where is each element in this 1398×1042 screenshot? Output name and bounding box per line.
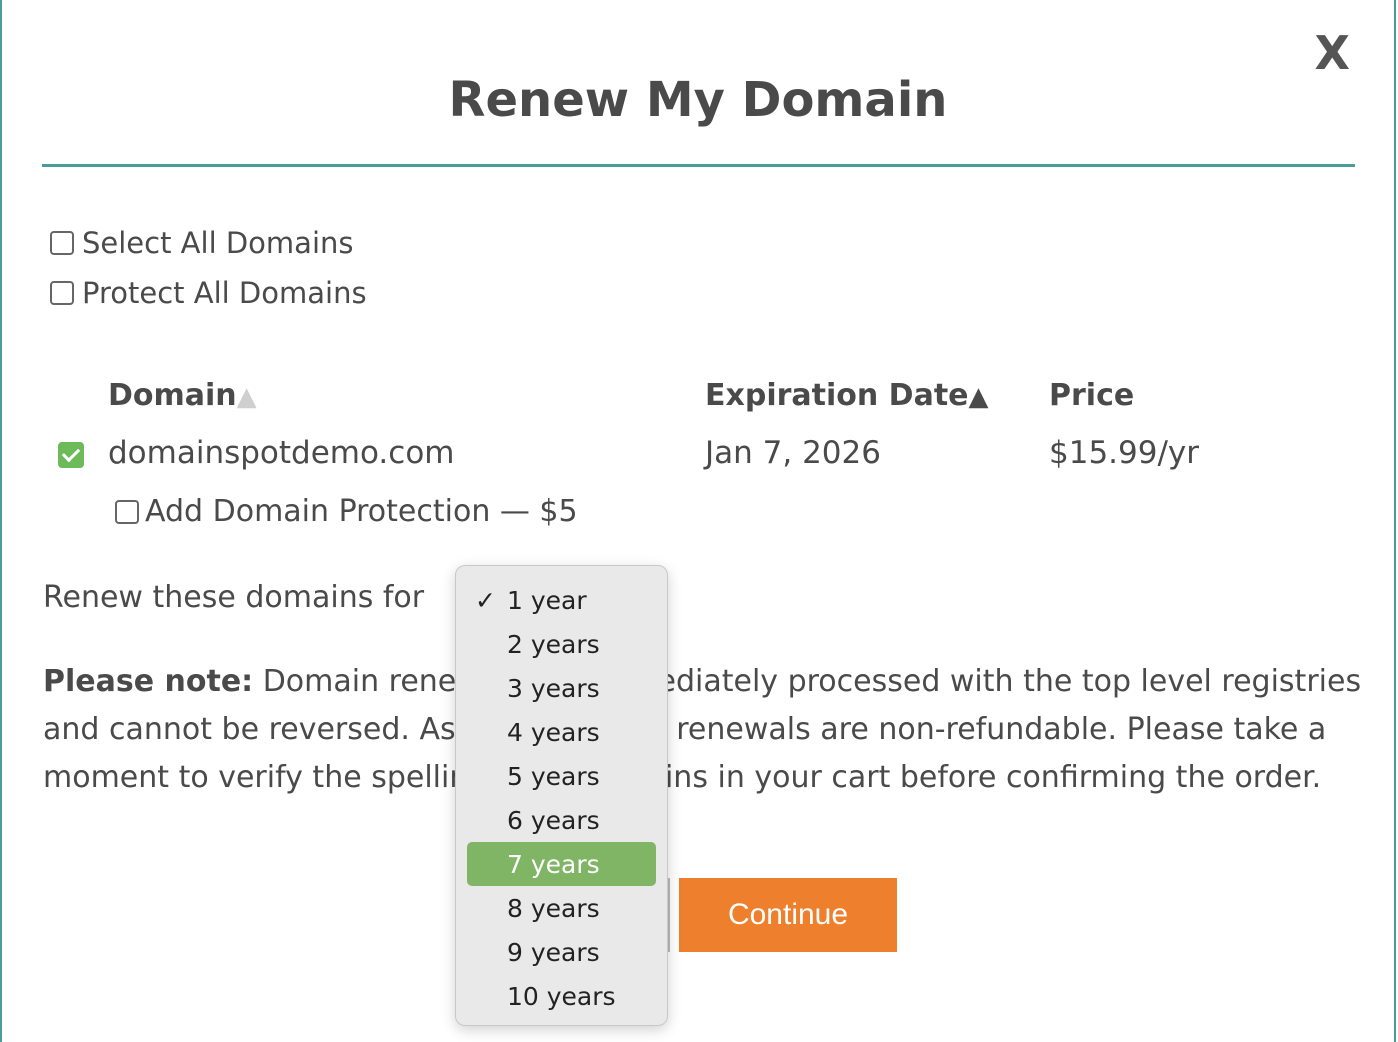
add-protection-label: Add Domain Protection — $5	[145, 494, 578, 529]
column-header-price: Price	[1049, 378, 1135, 413]
column-header-expiration[interactable]: Expiration Date▲	[705, 378, 989, 413]
domain-name: domainspotdemo.com	[108, 435, 455, 471]
dropdown-option-highlighted[interactable]: 7 years	[467, 842, 656, 886]
close-button[interactable]: X	[1315, 30, 1350, 76]
select-all-checkbox[interactable]	[50, 231, 74, 255]
dropdown-option[interactable]: 6 years	[467, 798, 656, 842]
checkmark-icon: ✓	[475, 585, 496, 615]
column-header-domain[interactable]: Domain▲	[108, 378, 257, 413]
sort-up-icon: ▲	[236, 382, 257, 412]
domain-row-checkbox[interactable]	[58, 442, 84, 468]
dropdown-option[interactable]: 3 years	[467, 666, 656, 710]
dropdown-option[interactable]: ✓ 1 year	[467, 578, 656, 622]
dropdown-option[interactable]: 2 years	[467, 622, 656, 666]
note-bold: Please note:	[43, 664, 254, 699]
expiration-date: Jan 7, 2026	[705, 435, 881, 471]
select-all-option[interactable]: Select All Domains	[50, 226, 354, 260]
sort-up-icon: ▲	[968, 382, 989, 412]
dropdown-option[interactable]: 10 years	[467, 974, 656, 1018]
title-divider	[42, 164, 1355, 167]
protect-all-label: Protect All Domains	[82, 276, 367, 310]
add-protection-option[interactable]: Add Domain Protection — $5	[115, 494, 578, 529]
select-all-label: Select All Domains	[82, 226, 354, 260]
protect-all-option[interactable]: Protect All Domains	[50, 276, 367, 310]
renew-period-label: Renew these domains for	[43, 580, 425, 615]
protect-all-checkbox[interactable]	[50, 281, 74, 305]
continue-button[interactable]: Continue	[679, 878, 897, 952]
domain-price: $15.99/yr	[1049, 435, 1200, 471]
dropdown-option[interactable]: 9 years	[467, 930, 656, 974]
dropdown-option[interactable]: 8 years	[467, 886, 656, 930]
renew-domain-modal: X Renew My Domain Select All Domains Pro…	[0, 0, 1396, 1042]
renew-period-dropdown[interactable]: ✓ 1 year 2 years 3 years 4 years 5 years …	[455, 565, 668, 1026]
add-protection-checkbox[interactable]	[115, 499, 139, 524]
dropdown-option[interactable]: 4 years	[467, 710, 656, 754]
dropdown-option[interactable]: 5 years	[467, 754, 656, 798]
refund-note: Please note: Domain renewals are immedia…	[43, 658, 1363, 802]
page-title: Renew My Domain	[448, 72, 948, 128]
